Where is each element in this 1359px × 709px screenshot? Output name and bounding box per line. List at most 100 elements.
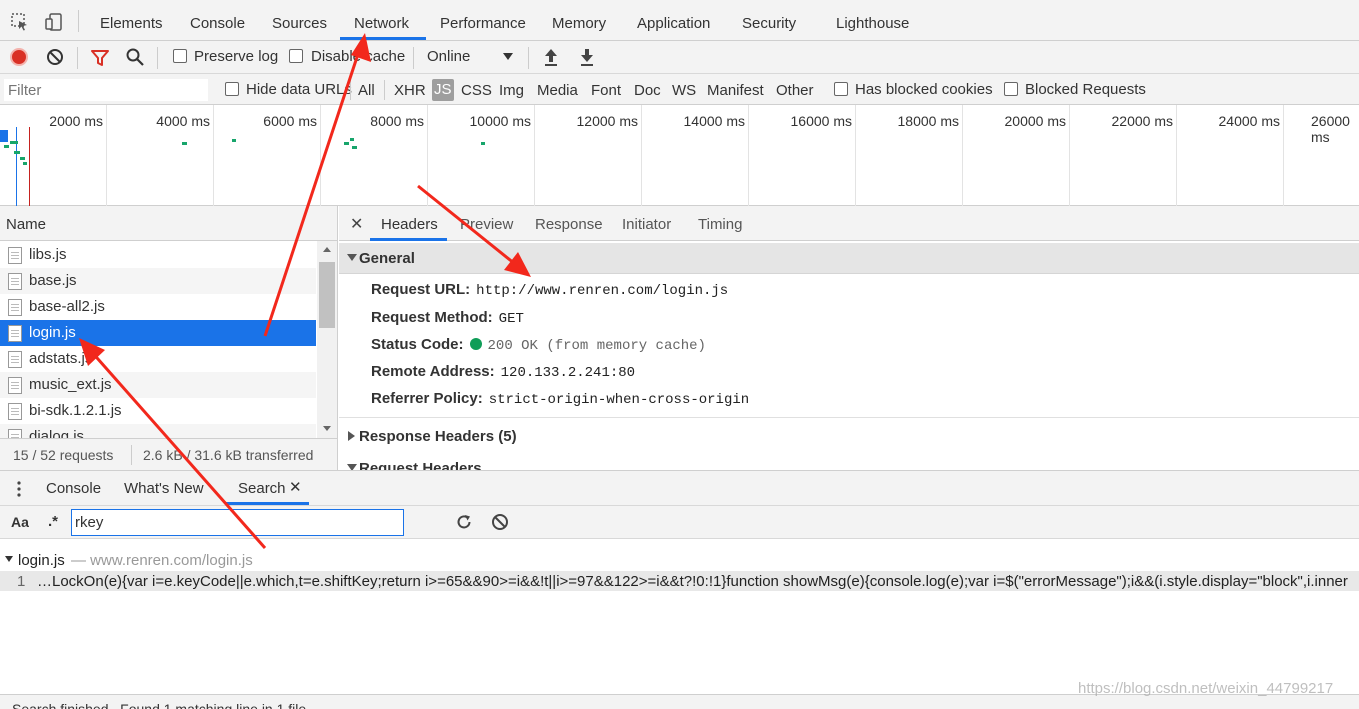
drawer-tab-whats-new[interactable]: What's New: [124, 480, 204, 497]
disable-cache-checkbox[interactable]: [289, 49, 303, 63]
device-toolbar-icon[interactable]: [44, 12, 64, 32]
divider: [157, 47, 158, 69]
request-row[interactable]: base.js: [0, 268, 316, 294]
match-case-toggle[interactable]: Aa: [11, 514, 29, 530]
request-count: 15 / 52 requests: [13, 447, 114, 463]
type-filter-ws[interactable]: WS: [672, 82, 696, 99]
scrollbar-thumb[interactable]: [319, 262, 335, 328]
request-headers-title: Request Headers: [359, 460, 482, 470]
request-summary-bar: 15 / 52 requests 2.6 kB / 31.6 kB transf…: [0, 438, 337, 470]
regex-toggle[interactable]: .*: [48, 513, 58, 530]
type-filter-doc[interactable]: Doc: [634, 82, 661, 99]
type-filter-all[interactable]: All: [358, 82, 375, 99]
type-filter-media[interactable]: Media: [537, 82, 578, 99]
blocked-requests-checkbox[interactable]: [1004, 82, 1018, 96]
tab-response[interactable]: Response: [535, 216, 603, 233]
tick-label: 10000 ms: [469, 113, 531, 129]
filter-icon[interactable]: [91, 49, 109, 67]
record-button[interactable]: [10, 48, 28, 66]
request-row[interactable]: adstats.js: [0, 346, 316, 372]
request-list-scrollbar[interactable]: [317, 241, 337, 438]
line-number: 1: [17, 573, 26, 590]
request-row[interactable]: base-all2.js: [0, 294, 316, 320]
import-har-icon[interactable]: [542, 47, 560, 67]
preserve-log-checkbox[interactable]: [173, 49, 187, 63]
scroll-down-arrow-icon[interactable]: [323, 426, 331, 431]
drawer-tab-console[interactable]: Console: [46, 480, 101, 497]
inspect-element-icon[interactable]: [11, 13, 29, 31]
line-content: …LockOn(e){var i=e.keyCode||e.which,t=e.…: [37, 573, 1348, 590]
header-row: Remote Address: 120.133.2.241:80: [371, 363, 635, 381]
search-input[interactable]: [71, 509, 404, 536]
close-icon[interactable]: ✕: [350, 214, 363, 234]
search-result-line[interactable]: 1 …LockOn(e){var i=e.keyCode||e.which,t=…: [0, 571, 1359, 591]
refresh-icon[interactable]: [455, 513, 473, 531]
name-column-header[interactable]: Name: [6, 216, 46, 233]
request-row[interactable]: music_ext.js: [0, 372, 316, 398]
request-row[interactable]: dialog.js: [0, 424, 316, 438]
filter-bar: Hide data URLs All XHR JS CSS Img Media …: [0, 74, 1359, 105]
header-row: Referrer Policy: strict-origin-when-cross…: [371, 390, 749, 408]
request-name: music_ext.js: [29, 376, 112, 393]
request-name: adstats.js: [29, 350, 93, 367]
divider: [77, 47, 78, 69]
tick-label: 18000 ms: [897, 113, 959, 129]
more-menu-icon[interactable]: [17, 481, 21, 497]
network-overview-timeline[interactable]: 2000 ms 4000 ms 6000 ms 8000 ms 10000 ms…: [0, 105, 1359, 206]
clear-icon[interactable]: [46, 48, 64, 66]
tab-elements[interactable]: Elements: [100, 15, 163, 32]
throttle-select[interactable]: Online: [427, 48, 470, 65]
close-search-icon[interactable]: ✕: [289, 478, 302, 496]
request-bar: [352, 146, 357, 149]
tick-label: 26000 ms: [1311, 113, 1350, 145]
tab-lighthouse[interactable]: Lighthouse: [836, 15, 909, 32]
divider: [528, 47, 529, 69]
type-filter-img[interactable]: Img: [499, 82, 524, 99]
type-filter-js[interactable]: JS: [432, 79, 454, 101]
request-name: bi-sdk.1.2.1.js: [29, 402, 122, 419]
type-filter-other[interactable]: Other: [776, 82, 814, 99]
tab-application[interactable]: Application: [637, 15, 710, 32]
result-file-name: login.js: [18, 552, 65, 569]
search-icon[interactable]: [126, 48, 144, 66]
divider: [384, 80, 385, 100]
grid-line: [1176, 105, 1177, 206]
request-row[interactable]: libs.js: [0, 242, 316, 268]
request-list-panel: Name libs.js base.js base-all2.js login.…: [0, 206, 338, 470]
request-headers-section[interactable]: Request Headers: [339, 458, 1359, 470]
type-filter-xhr[interactable]: XHR: [394, 82, 426, 99]
tab-memory[interactable]: Memory: [552, 15, 606, 32]
general-section-header[interactable]: General: [339, 243, 1359, 274]
hide-data-urls-checkbox[interactable]: [225, 82, 239, 96]
tab-sources[interactable]: Sources: [272, 15, 327, 32]
tab-security[interactable]: Security: [742, 15, 796, 32]
type-filter-css[interactable]: CSS: [461, 82, 492, 99]
header-row: Request URL: http://www.renren.com/login.…: [371, 281, 728, 299]
type-filter-manifest[interactable]: Manifest: [707, 82, 764, 99]
tab-performance[interactable]: Performance: [440, 15, 526, 32]
response-headers-section[interactable]: Response Headers (5): [339, 426, 1359, 457]
search-status-text: Search finished. Found 1 matching line i…: [12, 701, 311, 709]
type-filter-font[interactable]: Font: [591, 82, 621, 99]
request-row-selected[interactable]: login.js: [0, 320, 316, 346]
clear-search-icon[interactable]: [491, 513, 509, 531]
tab-preview[interactable]: Preview: [460, 216, 513, 233]
tab-console[interactable]: Console: [190, 15, 245, 32]
header-value: strict-origin-when-cross-origin: [488, 392, 750, 408]
request-bar: [14, 151, 20, 154]
tab-headers[interactable]: Headers: [381, 216, 438, 233]
filter-input[interactable]: [4, 79, 208, 101]
tick-label: 12000 ms: [576, 113, 638, 129]
scroll-up-arrow-icon[interactable]: [323, 247, 331, 252]
request-name: base-all2.js: [29, 298, 105, 315]
drawer-tab-search[interactable]: Search: [238, 480, 286, 497]
has-blocked-cookies-checkbox[interactable]: [834, 82, 848, 96]
header-key: Remote Address:: [371, 363, 495, 380]
tab-network[interactable]: Network: [354, 15, 409, 32]
request-row[interactable]: bi-sdk.1.2.1.js: [0, 398, 316, 424]
export-har-icon[interactable]: [578, 47, 596, 67]
header-value: 200 OK (from memory cache): [487, 338, 706, 354]
tab-timing[interactable]: Timing: [698, 216, 742, 233]
chevron-down-icon[interactable]: [503, 53, 513, 60]
tab-initiator[interactable]: Initiator: [622, 216, 671, 233]
